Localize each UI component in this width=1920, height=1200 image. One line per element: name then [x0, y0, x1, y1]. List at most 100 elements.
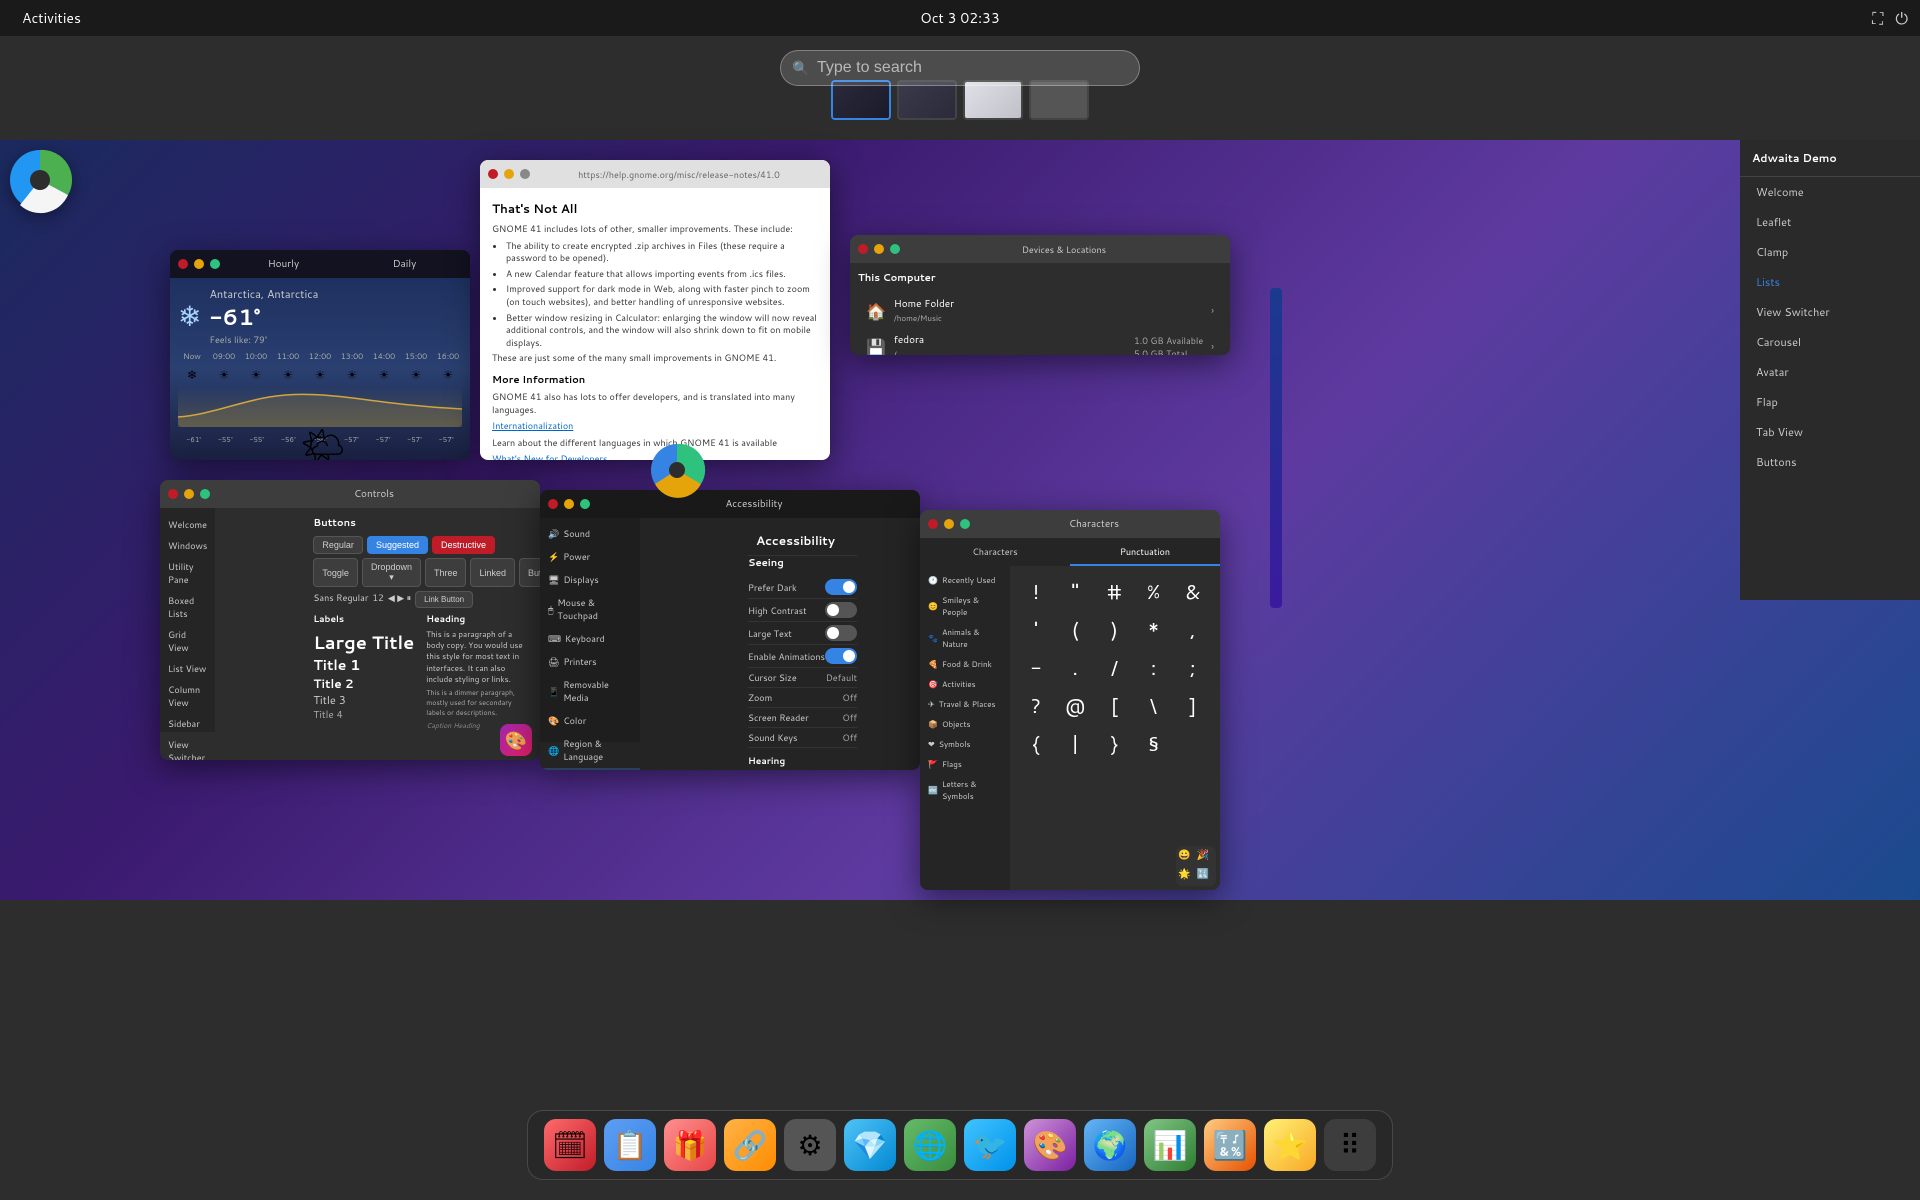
char-pipe[interactable]: | [1057, 726, 1093, 762]
dock-cawbird[interactable]: 🐦 [964, 1119, 1016, 1171]
files-close-btn[interactable] [858, 244, 868, 254]
settings-mouse[interactable]: 🖱Mouse & Touchpad [540, 591, 640, 627]
link-button[interactable]: Link Button [415, 591, 473, 608]
bing-icon[interactable]: 💎 [844, 1119, 896, 1171]
dock-bing[interactable]: 💎 [844, 1119, 896, 1171]
btn-regular[interactable]: Regular [313, 536, 363, 554]
chars-cat-flags[interactable]: 🚩 Flags [920, 754, 1010, 774]
char-period[interactable]: . [1057, 650, 1093, 686]
adwaita-avatar[interactable]: Avatar [1740, 357, 1920, 387]
adwaita-buttons[interactable]: Buttons [1740, 447, 1920, 477]
char-open-bracket[interactable]: [ [1096, 688, 1132, 724]
maps-icon[interactable]: 🌐 [904, 1119, 956, 1171]
window-close-btn[interactable] [178, 259, 188, 269]
char-apostrophe[interactable]: ' [1018, 612, 1054, 648]
files-max-btn[interactable] [890, 244, 900, 254]
dock-software[interactable]: 🎁 [664, 1119, 716, 1171]
chars-cat-activities[interactable]: 🎯 Activities [920, 674, 1010, 694]
char-open-brace[interactable]: { [1018, 726, 1054, 762]
btn-three[interactable]: Three [425, 558, 467, 587]
adwaita-clamp[interactable]: Clamp [1740, 237, 1920, 267]
char-at[interactable]: @ [1057, 688, 1093, 724]
btn-toggle[interactable]: Toggle [313, 558, 358, 587]
btn-suggested[interactable]: Suggested [367, 536, 428, 554]
settings-region[interactable]: 🌐Region & Language [540, 732, 640, 768]
toggle-large-text[interactable] [825, 625, 857, 641]
missioncenter-icon[interactable]: ⭐ [1264, 1119, 1316, 1171]
thumbnail-4[interactable] [1029, 80, 1089, 120]
chars-tab-punctuation[interactable]: Punctuation [1070, 538, 1220, 566]
char-close-paren[interactable]: ) [1096, 612, 1132, 648]
controls-sidebar-boxed[interactable]: Boxed Lists [160, 590, 215, 624]
controls-sidebar-windows[interactable]: Windows [160, 535, 215, 556]
btn-buttons[interactable]: Buttons [519, 558, 540, 587]
dock-calendar[interactable]: 🗓 [544, 1119, 596, 1171]
char-hash[interactable]: # [1096, 574, 1132, 610]
settings-min-btn[interactable] [564, 499, 574, 509]
dock-text-editor[interactable]: 📋 [604, 1119, 656, 1171]
controls-max-btn[interactable] [200, 489, 210, 499]
char-comma[interactable]: , [1175, 612, 1211, 648]
adwaita-flap[interactable]: Flap [1740, 387, 1920, 417]
chars-cat-symbols[interactable]: ❤ Symbols [920, 734, 1010, 754]
settings-max-btn[interactable] [580, 499, 590, 509]
settings-close-btn[interactable] [548, 499, 558, 509]
dock-gradience[interactable]: 🎨 [1024, 1119, 1076, 1171]
app-grid-icon[interactable]: ⠿ [1324, 1119, 1376, 1171]
chars-min-btn[interactable] [944, 519, 954, 529]
dock-maps[interactable]: 🌐 [904, 1119, 956, 1171]
settings-printers[interactable]: 🖨Printers [540, 650, 640, 673]
controls-sidebar-utility[interactable]: Utility Pane [160, 556, 215, 590]
dock-disk-usage[interactable]: 📊 [1144, 1119, 1196, 1171]
char-colon[interactable]: : [1136, 650, 1172, 686]
toggle-prefer-dark[interactable] [825, 579, 857, 595]
controls-sidebar-list[interactable]: List View [160, 658, 215, 679]
dock-missioncenter[interactable]: ⭐ [1264, 1119, 1316, 1171]
connections-icon[interactable]: 🔗 [724, 1119, 776, 1171]
network-icon[interactable]: ⛶ [1872, 7, 1883, 30]
activities-button[interactable]: Activities [12, 4, 91, 32]
gnome-i18n-link[interactable]: Internationalization [492, 419, 573, 432]
char-exclamation[interactable]: ! [1018, 574, 1054, 610]
chars-max-btn[interactable] [960, 519, 970, 529]
chars-cat-objects[interactable]: 📦 Objects [920, 714, 1010, 734]
characters-icon[interactable]: 🔣 [1204, 1119, 1256, 1171]
adwaita-carousel[interactable]: Carousel [1740, 327, 1920, 357]
controls-sidebar-welcome[interactable]: Welcome [160, 514, 215, 535]
char-asterisk[interactable]: * [1136, 612, 1172, 648]
btn-linked[interactable]: Linked [470, 558, 515, 587]
adwaita-lists[interactable]: Lists [1740, 267, 1920, 297]
btn-destructive[interactable]: Destructive [432, 536, 495, 554]
chars-tab-characters[interactable]: Characters [920, 538, 1070, 566]
settings-accessibility[interactable]: ♿Accessibility [540, 768, 640, 770]
char-percent[interactable]: % [1136, 574, 1172, 610]
chars-cat-travel[interactable]: ✈ Travel & Places [920, 694, 1010, 714]
char-close-bracket[interactable]: ] [1175, 688, 1211, 724]
chars-cat-food[interactable]: 🍕 Food & Drink [920, 654, 1010, 674]
disk-usage-icon[interactable]: 📊 [1144, 1119, 1196, 1171]
window-min-btn[interactable] [194, 259, 204, 269]
char-slash[interactable]: / [1096, 650, 1132, 686]
dock-app-grid[interactable]: ⠿ [1324, 1119, 1376, 1171]
char-section[interactable]: § [1136, 726, 1172, 762]
files-fedora[interactable]: 💾 fedora/ 1.0 GB Available5.0 GB Total › [858, 329, 1222, 355]
controls-min-btn[interactable] [184, 489, 194, 499]
char-semicolon[interactable]: ; [1175, 650, 1211, 686]
char-open-paren[interactable]: ( [1057, 612, 1093, 648]
toggle-high-contrast[interactable] [825, 602, 857, 618]
adwaita-welcome[interactable]: Welcome [1740, 177, 1920, 207]
char-quote[interactable]: " [1057, 574, 1093, 610]
settings-sound[interactable]: 🔊Sound [540, 522, 640, 545]
char-question[interactable]: ? [1018, 688, 1054, 724]
chars-cat-letters[interactable]: 🔤 Letters & Symbols [920, 774, 1010, 806]
gnome-dev-link[interactable]: What's New for Developers [492, 452, 607, 460]
char-dash[interactable]: - [1018, 650, 1054, 686]
settings-removable[interactable]: 📱Removable Media [540, 673, 640, 709]
chars-cat-smileys[interactable]: 😊 Smileys & People [920, 590, 1010, 622]
controls-sidebar-column[interactable]: Column View [160, 679, 215, 713]
settings-power[interactable]: ⚡Power [540, 545, 640, 568]
controls-sidebar-view-switcher[interactable]: View Switcher [160, 734, 215, 760]
controls-sidebar-sidebar[interactable]: Sidebar [160, 713, 215, 734]
thumbnail-2[interactable] [897, 80, 957, 120]
thumbnail-1[interactable] [831, 80, 891, 120]
